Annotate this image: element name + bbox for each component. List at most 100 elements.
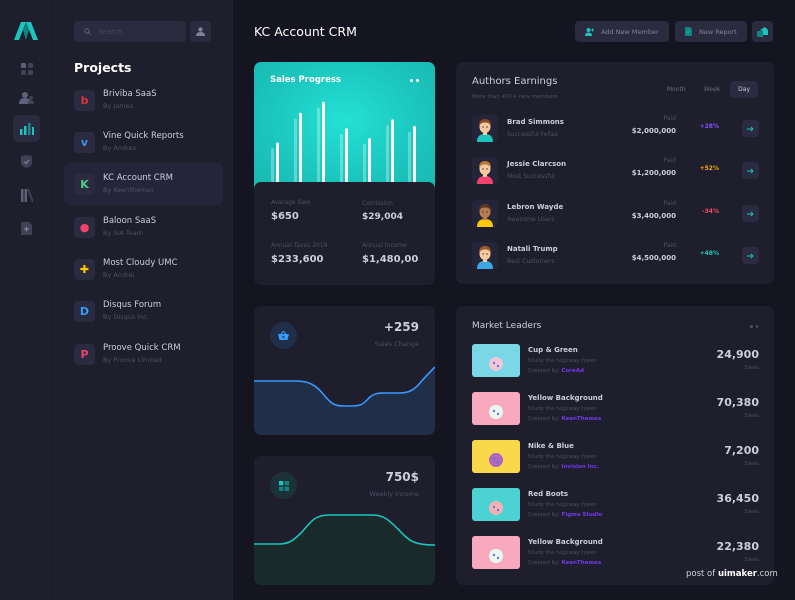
sales-label: Sales [744,413,759,419]
project-item[interactable]: K KC Account CRM By Keenthemes [64,163,223,205]
market-leaders-title: Market Leaders [472,321,542,331]
product-description: Study the highway types [528,550,597,556]
paid-label: Paid [663,157,676,164]
project-item[interactable]: P Proove Quick CRM By Proove Limited [64,333,223,375]
author-row: Brad Simmons Successful Fellas Paid $2,0… [472,115,759,142]
icon-rail [0,0,52,600]
paid-label: Paid [663,115,676,122]
arrow-right-icon [747,253,754,258]
avatar [472,200,498,227]
new-report-label: New Report [699,27,737,36]
product-thumbnail[interactable] [472,488,520,521]
project-logo-icon: ✚ [74,258,95,280]
project-item[interactable]: b Briviba SaaS By James [64,79,223,121]
watermark: post of uimaker.com [686,569,778,579]
rail-reports[interactable] [13,115,40,142]
add-user-icon [585,27,594,36]
new-report-button[interactable]: New Report [675,21,747,42]
sales-count: 22,380 [716,540,759,553]
product-creator: Created by: KeenThemes [528,560,602,566]
avatar [472,115,498,142]
stat-average-sale: Avarage Sale $650 [271,199,311,222]
product-description: Study the highway types [528,406,597,412]
dashboard-grid-icon [20,62,33,75]
product-name[interactable]: Cup & Green [528,346,578,354]
rail-dashboard[interactable] [13,55,40,82]
period-tabs: Month Week Day [659,81,758,98]
creator-link[interactable]: CoreAd [561,368,583,374]
market-item: Nike & Blue Study the highway types Crea… [472,440,759,473]
paid-amount: $4,500,000 [631,254,676,262]
shield-icon [21,155,32,168]
project-item[interactable]: ✚ Most Cloudy UMC By Andrei [64,248,223,290]
rail-library[interactable] [13,182,40,209]
tab-month[interactable]: Month [659,81,694,98]
view-author-button[interactable] [742,120,759,137]
page-title: KC Account CRM [254,24,357,39]
user-profile-button[interactable] [190,21,211,42]
layers-icon [757,26,768,37]
change-badge: +48% [699,250,719,257]
rail-users[interactable] [13,84,40,111]
product-thumbnail[interactable] [472,440,520,473]
product-name[interactable]: Yellow Background [528,394,603,402]
view-author-button[interactable] [742,247,759,264]
project-name: Disqus Forum [103,300,162,310]
product-name[interactable]: Yellow Background [528,538,603,546]
creator-link[interactable]: KeenThemes [561,416,601,422]
project-item[interactable]: D Disqus Forum By Disqus Inc. [64,290,223,332]
sales-bar-ghost [317,107,320,192]
paid-label: Paid [663,200,676,207]
layers-button[interactable] [752,21,773,42]
search-box[interactable] [74,21,186,42]
project-name: Baloon SaaS [103,216,157,226]
rail-add-file[interactable] [13,215,40,242]
project-item[interactable]: ● Baloon SaaS By SIA Team [64,206,223,248]
creator-link[interactable]: Invision Inc. [561,464,599,470]
project-logo-icon: K [74,173,95,195]
author-name[interactable]: Natali Trump [507,245,558,253]
avatar [472,242,498,269]
project-owner: By Disqus Inc. [103,313,149,321]
view-author-button[interactable] [742,162,759,179]
user-icon [196,27,205,36]
search-input[interactable] [98,27,178,36]
sales-change-sparkline [254,366,435,435]
tab-day[interactable]: Day [730,81,758,98]
sales-count: 36,450 [716,492,759,505]
basket-icon-badge [270,322,297,349]
author-name[interactable]: Jessie Clarcson [507,160,566,168]
product-name[interactable]: Nike & Blue [528,442,574,450]
project-name: Proove Quick CRM [103,343,181,353]
rail-security[interactable] [13,148,40,175]
add-new-member-button[interactable]: Add New Member [575,21,669,42]
view-author-button[interactable] [742,205,759,222]
product-thumbnail[interactable] [472,392,520,425]
author-role: Awesome Users [507,216,555,223]
market-leaders-card: Market Leaders Cup & Green Study the hig… [456,306,774,585]
sales-label: Sales [744,461,759,467]
author-role: Most Successful [507,173,555,180]
change-badge: +28% [699,123,719,130]
sales-bar [322,101,325,192]
tab-week[interactable]: Week [696,81,728,98]
product-thumbnail[interactable] [472,344,520,377]
project-item[interactable]: v Vine Quick Reports By Andres [64,121,223,163]
creator-link[interactable]: KeenThemes [561,560,601,566]
market-item: Yellow Background Study the highway type… [472,536,759,569]
product-description: Study the highway types [528,454,597,460]
product-name[interactable]: Red Boots [528,490,568,498]
market-more-icon[interactable] [750,325,758,328]
authors-earnings-card: Authors Earnings More than 400+ new memb… [456,62,774,284]
sales-progress-stats: Avarage Sale $650 Comission $29,004 Annu… [254,182,435,285]
author-name[interactable]: Brad Simmons [507,118,564,126]
grid-icon-badge [270,472,297,499]
author-name[interactable]: Lebron Wayde [507,203,563,211]
product-thumbnail[interactable] [472,536,520,569]
author-row: Lebron Wayde Awesome Users Paid $3,400,0… [472,200,759,227]
app-logo[interactable] [14,22,38,40]
product-description: Study the highway types [528,502,597,508]
creator-link[interactable]: Figma Studio [561,512,602,518]
arrow-right-icon [747,211,754,216]
project-name: Most Cloudy UMC [103,258,178,268]
